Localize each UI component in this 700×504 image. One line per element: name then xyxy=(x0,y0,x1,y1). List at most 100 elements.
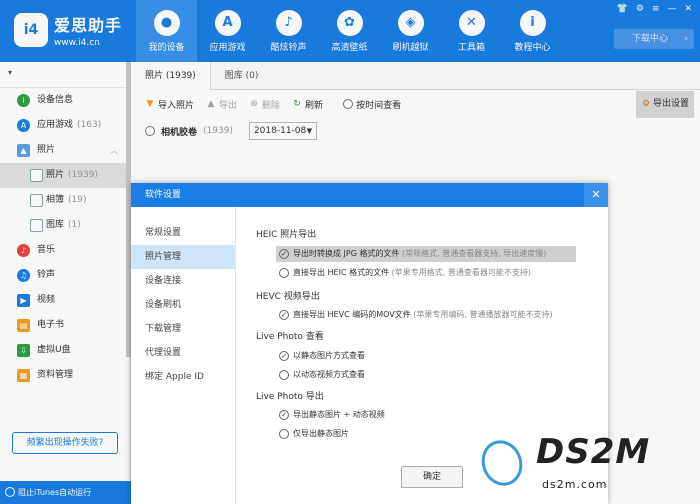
sidebar-item-label: 资料管理 xyxy=(37,370,74,380)
sidebar-item-gallery[interactable]: 图库 (1) xyxy=(0,213,130,238)
device-selector[interactable]: ▾ xyxy=(0,62,130,88)
dialog-title: 软件设置 xyxy=(145,190,182,200)
sidebar-item-label: 照片 xyxy=(46,170,65,180)
sidebar-item-photos-all[interactable]: 照片 (1939) xyxy=(0,163,130,188)
sidebar-item-count: (1) xyxy=(68,220,81,230)
option-label: 以动态视频方式查看 xyxy=(293,370,365,379)
menu-icon[interactable]: ≡ xyxy=(652,4,660,14)
watermark-text: DS2M xyxy=(536,432,651,472)
nav-label: 刷机越狱 xyxy=(392,43,429,53)
hevc-option-mov[interactable]: ✓ 直接导出 HEVC 编码的MOV文件 (苹果专用编码, 普通播放器可能不支持) xyxy=(276,307,553,323)
hevc-section-title: HEVC 视频导出 xyxy=(256,292,320,302)
export-button[interactable]: ▲ 导出 xyxy=(206,98,237,111)
ok-button[interactable]: 确定 xyxy=(401,466,463,488)
camera-roll-radio[interactable] xyxy=(145,126,155,136)
chevron-right-icon: › xyxy=(684,34,688,44)
nav-ringtones[interactable]: ♪ 酷炫铃声 xyxy=(258,0,319,62)
sidebar-item-usb[interactable]: ⇩ 虚拟U盘 xyxy=(0,338,130,363)
usb-icon: ⇩ xyxy=(17,344,30,357)
close-icon[interactable]: ✕ xyxy=(684,4,692,14)
view-by-time-option[interactable]: 按时间查看 xyxy=(343,98,401,111)
settings-menu: 常规设置 照片管理 设备连接 设备刷机 下载管理 代理设置 绑定 Apple I… xyxy=(131,207,236,504)
sidebar-item-video[interactable]: ▶ 视频 xyxy=(0,288,130,313)
download-center-label: 下载中心 xyxy=(632,34,669,44)
option-hint: (苹果专用编码, 普通播放器可能不支持) xyxy=(413,310,553,319)
frequent-failure-button[interactable]: 频繁出现操作失败? xyxy=(12,432,118,454)
brand: 爱思助手 www.i4.cn xyxy=(54,12,122,48)
delete-label: 删除 xyxy=(262,100,281,111)
tab-gallery[interactable]: 图库 (0) xyxy=(211,62,273,90)
refresh-label: 刷新 xyxy=(305,100,324,111)
export-settings-button[interactable]: ⚙ 导出设置 xyxy=(636,91,694,118)
watermark: DS2M ds2m.com xyxy=(475,430,698,500)
import-photos-button[interactable]: ▼ 导入照片 xyxy=(145,98,194,111)
sidebar-item-music[interactable]: ♪ 音乐 xyxy=(0,238,130,263)
settings-menu-flash[interactable]: 设备刷机 xyxy=(131,293,235,317)
nav-flash-jailbreak[interactable]: ◈ 刷机越狱 xyxy=(380,0,441,62)
gallery-icon xyxy=(30,219,43,232)
tab-photos[interactable]: 照片 (1939) xyxy=(131,62,211,90)
heic-option-jpg[interactable]: ✓ 导出时转换成 JPG 格式的文件 (常规格式, 普通查看器支持, 导出速度慢) xyxy=(276,246,576,262)
caret-down-icon: ▼ xyxy=(306,127,312,135)
delete-icon: ⊗ xyxy=(250,99,258,109)
video-icon: ▶ xyxy=(17,294,30,307)
nav-apps[interactable]: A 应用游戏 xyxy=(197,0,258,62)
radio-checked-icon: ✓ xyxy=(279,310,289,320)
nav-wallpapers[interactable]: ✿ 高清壁纸 xyxy=(319,0,380,62)
nav-toolbox[interactable]: ✕ 工具箱 xyxy=(441,0,502,62)
apple-icon: ● xyxy=(153,10,180,36)
nav-label: 高清壁纸 xyxy=(331,43,368,53)
sidebar-item-ebooks[interactable]: ▤ 电子书 xyxy=(0,313,130,338)
sidebar-item-data-mgmt[interactable]: ▦ 资料管理 xyxy=(0,363,130,388)
refresh-button[interactable]: ↻ 刷新 xyxy=(292,98,323,111)
import-label: 导入照片 xyxy=(158,100,195,111)
settings-menu-connection[interactable]: 设备连接 xyxy=(131,269,235,293)
settings-menu-general[interactable]: 常规设置 xyxy=(131,221,235,245)
sidebar-item-ringtones[interactable]: ♫ 铃声 xyxy=(0,263,130,288)
settings-menu-proxy[interactable]: 代理设置 xyxy=(131,341,235,365)
nav-tutorials[interactable]: i 教程中心 xyxy=(502,0,563,62)
sidebar-item-label: 图库 xyxy=(46,220,65,230)
radio-icon xyxy=(279,370,289,380)
settings-menu-download[interactable]: 下载管理 xyxy=(131,317,235,341)
live-view-section-title: Live Photo 查看 xyxy=(256,332,324,342)
close-icon[interactable]: ✕ xyxy=(584,183,608,207)
sidebar-item-label: 照片 xyxy=(37,145,56,155)
heic-option-raw[interactable]: 直接导出 HEIC 格式的文件 (苹果专用格式, 普通查看器可能不支持) xyxy=(276,265,531,281)
photo-icon: ▲ xyxy=(17,144,30,157)
bell-icon: ♪ xyxy=(275,10,302,36)
settings-menu-apple-id[interactable]: 绑定 Apple ID xyxy=(131,365,235,389)
brand-title: 爱思助手 xyxy=(54,16,123,35)
option-label: 仅导出静态图片 xyxy=(293,429,349,438)
nav-my-device[interactable]: ● 我的设备 xyxy=(136,0,197,62)
toolbar: ▼ 导入照片 ▲ 导出 ⊗ 删除 ↻ 刷新 按时间查看 xyxy=(131,90,700,118)
gear-icon: ⚙ xyxy=(642,99,651,109)
minimize-icon[interactable]: — xyxy=(667,4,676,14)
sidebar-item-label: 视频 xyxy=(37,295,56,305)
live-view-video[interactable]: 以动态视频方式查看 xyxy=(276,367,365,383)
sidebar-item-device-info[interactable]: i 设备信息 xyxy=(0,88,130,113)
delete-button[interactable]: ⊗ 删除 xyxy=(249,98,280,111)
box-icon: ◈ xyxy=(397,10,424,36)
sidebar-item-label: 电子书 xyxy=(37,320,65,330)
sidebar-item-apps[interactable]: A 应用游戏 (163) xyxy=(0,113,130,138)
appstore-icon: A xyxy=(214,10,241,36)
settings-menu-photos[interactable]: 照片管理 xyxy=(131,245,235,269)
album-icon xyxy=(30,194,43,207)
sidebar-item-photos[interactable]: ▲ 照片 ︿ xyxy=(0,138,130,163)
date-select[interactable]: 2018-11-08 ▼ xyxy=(248,122,317,140)
photo-tabs: 照片 (1939) 图库 (0) xyxy=(131,62,700,90)
itunes-block-toggle[interactable]: 阻止iTunes自动运行 xyxy=(0,481,131,504)
info-icon: i xyxy=(17,94,30,107)
download-center-button[interactable]: 下载中心 › xyxy=(614,29,694,49)
nav-label: 我的设备 xyxy=(148,43,185,53)
live-export-static[interactable]: 仅导出静态图片 xyxy=(276,426,349,442)
live-export-both[interactable]: ✓ 导出静态图片 + 动态视频 xyxy=(276,407,385,423)
shirt-icon[interactable]: 👕 xyxy=(617,4,628,14)
live-view-static[interactable]: ✓ 以静态图片方式查看 xyxy=(276,348,365,364)
settings-icon[interactable]: ⚙ xyxy=(636,4,644,14)
sidebar-item-count: (163) xyxy=(77,120,102,130)
sidebar-item-albums[interactable]: 相簿 (19) xyxy=(0,188,130,213)
itunes-block-label: 阻止iTunes自动运行 xyxy=(18,488,92,497)
flower-icon: ✿ xyxy=(336,10,363,36)
